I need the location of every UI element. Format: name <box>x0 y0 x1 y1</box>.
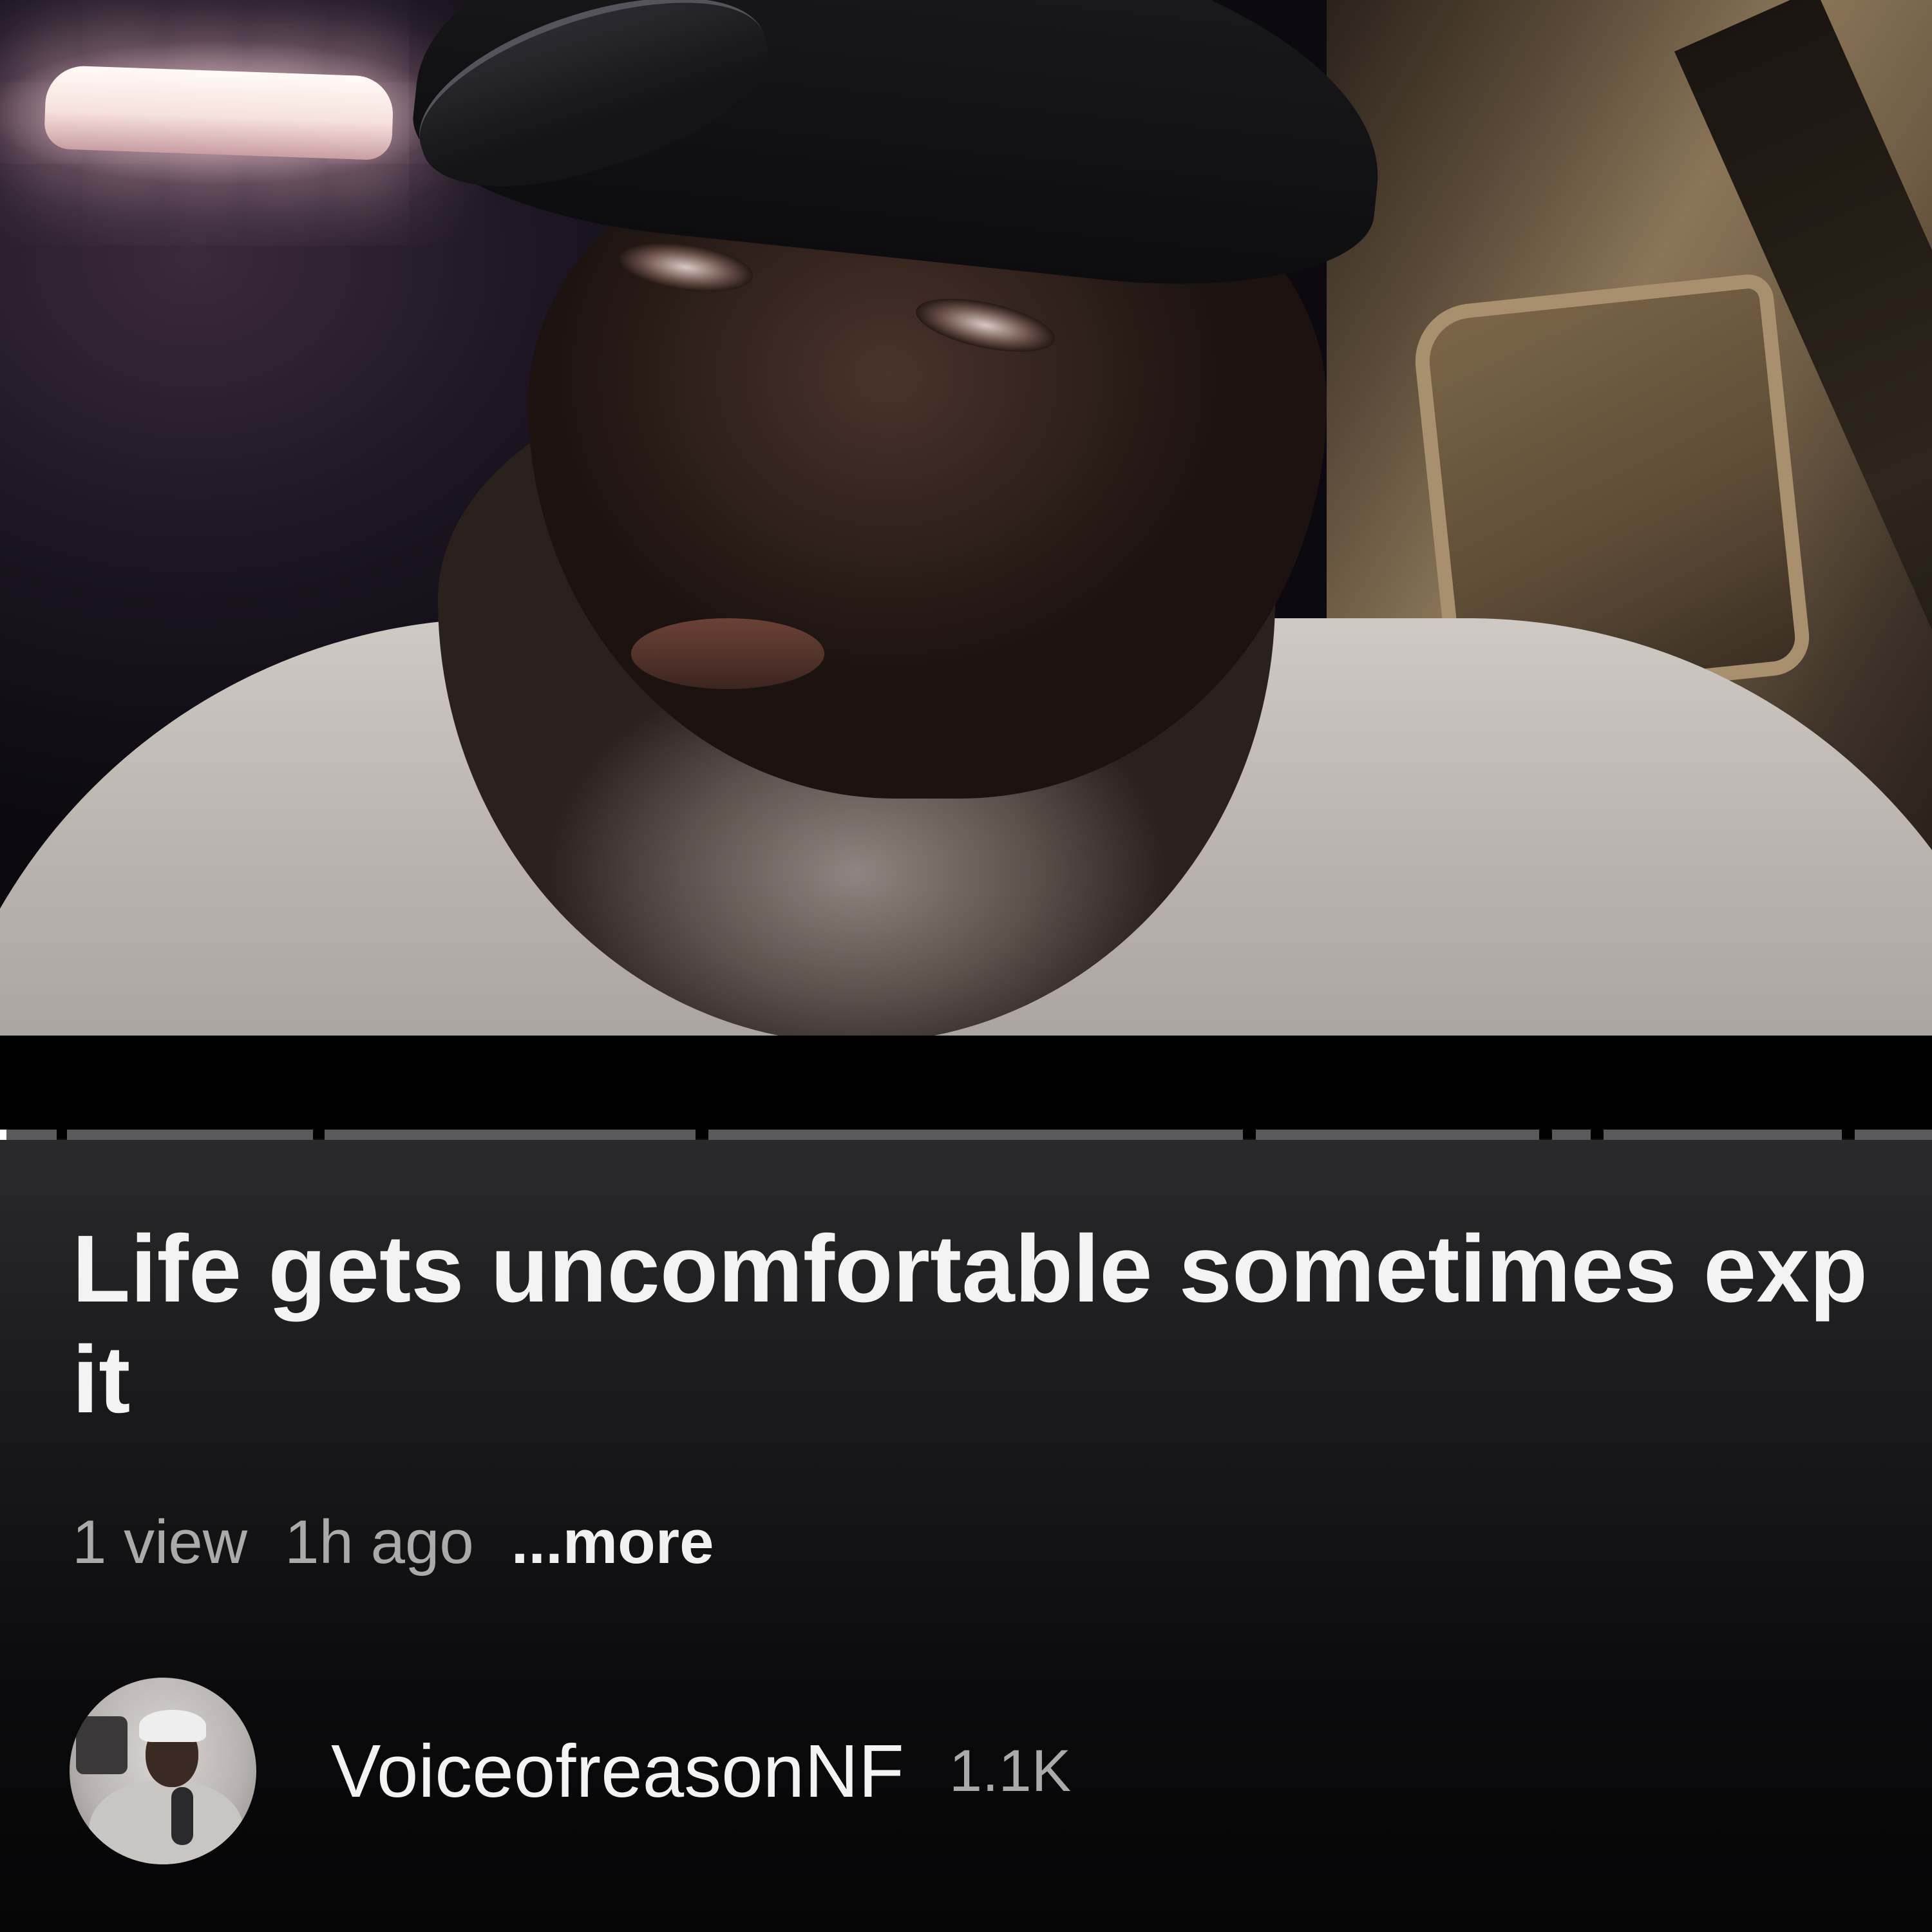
channel-name[interactable]: VoiceofreasonNF <box>331 1728 904 1814</box>
avatar-cap <box>139 1710 206 1742</box>
chapter-segment[interactable] <box>1256 1130 1539 1140</box>
car-dome-light <box>43 64 395 161</box>
upload-age: 1h ago <box>285 1508 474 1577</box>
video-progress-bar[interactable] <box>0 1130 1932 1140</box>
subscriber-count: 1.1K <box>949 1738 1072 1804</box>
video-player[interactable] <box>0 0 1932 1037</box>
video-title[interactable]: Life gets uncomfortable sometimes exp it <box>72 1214 1932 1435</box>
video-metadata[interactable]: 1 view 1h ago ...more <box>72 1504 714 1581</box>
channel-row[interactable]: VoiceofreasonNF 1.1K <box>70 1678 1071 1864</box>
channel-avatar[interactable] <box>70 1678 256 1864</box>
view-count: 1 view <box>72 1508 248 1577</box>
video-frame[interactable] <box>0 0 1932 1036</box>
avatar-microphone <box>171 1787 193 1845</box>
person-mouth <box>631 618 824 689</box>
avatar-body <box>89 1781 243 1864</box>
chapter-segment[interactable] <box>325 1130 696 1140</box>
chapter-segment[interactable] <box>1855 1130 1932 1140</box>
chapter-segment[interactable] <box>708 1130 1243 1140</box>
chapter-segment[interactable] <box>1604 1130 1842 1140</box>
chapter-segment[interactable] <box>0 1130 57 1140</box>
progress-played <box>0 1130 6 1140</box>
avatar-background-equipment <box>76 1716 128 1774</box>
chapter-segment[interactable] <box>1552 1130 1591 1140</box>
more-button[interactable]: ...more <box>511 1507 714 1578</box>
player-bottom-bar <box>0 1036 1932 1139</box>
chapter-segment[interactable] <box>67 1130 313 1140</box>
